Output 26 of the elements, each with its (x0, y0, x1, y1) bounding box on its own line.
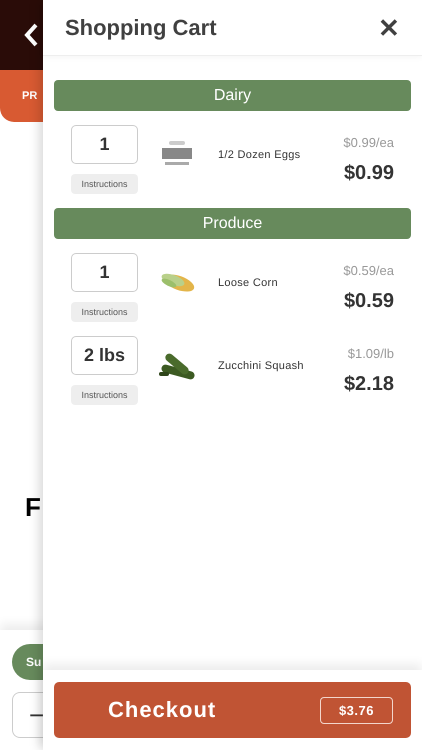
close-button[interactable]: ✕ (378, 14, 400, 40)
unit-price: $0.59/ea (343, 263, 394, 278)
item-total: $0.99 (344, 162, 394, 185)
checkout-button[interactable]: Checkout $3.76 (54, 682, 411, 738)
unit-price: $1.09/lb (348, 346, 394, 361)
instructions-button[interactable]: Instructions (71, 302, 138, 322)
instructions-button[interactable]: Instructions (71, 385, 138, 405)
quantity-field[interactable]: 1 (71, 253, 138, 292)
checkout-label: Checkout (108, 697, 216, 723)
unit-price: $0.99/ea (343, 135, 394, 150)
section-header: Dairy (54, 80, 411, 111)
chevron-left-icon[interactable] (24, 23, 38, 47)
page-heading: F (25, 492, 42, 523)
pill-button[interactable]: Su (12, 644, 43, 680)
item-total: $2.18 (344, 373, 394, 396)
banner-label: PR (0, 70, 43, 122)
cart-title: Shopping Cart (65, 14, 217, 40)
section-header: Produce (54, 208, 411, 239)
total-tag: $3.76 (320, 696, 393, 724)
product-name: 1/2 Dozen Eggs (218, 149, 302, 161)
quantity-field[interactable]: 2 lbs (71, 336, 138, 375)
quantity-field[interactable]: 1 (71, 125, 138, 164)
instructions-button[interactable]: Instructions (71, 174, 138, 194)
product-name: Zucchini Squash (218, 360, 305, 372)
product-name: Loose Corn (218, 277, 279, 289)
item-total: $0.59 (344, 290, 394, 313)
